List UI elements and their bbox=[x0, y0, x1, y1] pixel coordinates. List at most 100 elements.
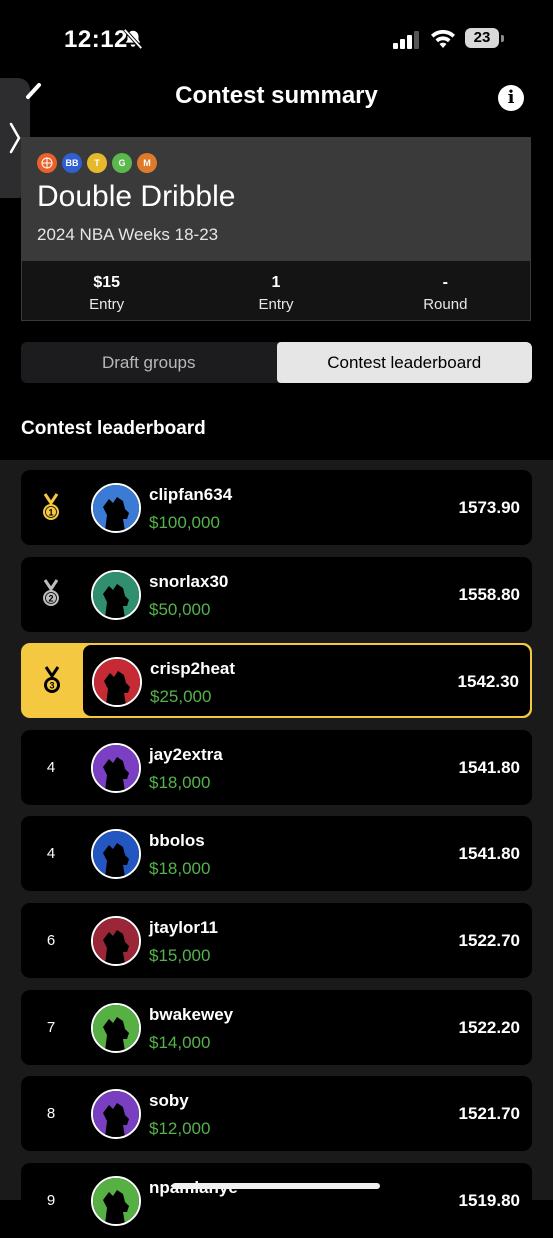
medal-icon: 2 bbox=[43, 579, 59, 607]
section-title: Contest leaderboard bbox=[21, 418, 206, 439]
dog-avatar-icon bbox=[93, 1091, 139, 1138]
stat-round: - Round bbox=[361, 261, 530, 321]
rank-cell: 8 bbox=[21, 1076, 81, 1151]
rank-cell: 6 bbox=[21, 903, 81, 978]
avatar bbox=[91, 483, 141, 533]
stat-entry-fee: $15 Entry bbox=[22, 261, 191, 321]
dog-avatar-icon bbox=[93, 571, 139, 618]
username: bwakewey bbox=[149, 1004, 234, 1024]
rank-cell: 3 bbox=[22, 644, 82, 717]
medal-rank: 3 bbox=[49, 680, 54, 690]
status-time: 12:12 bbox=[64, 26, 128, 53]
contest-name: Double Dribble bbox=[37, 180, 236, 213]
stat-label: Entry bbox=[258, 296, 294, 313]
stat-label: Entry bbox=[89, 296, 125, 313]
rank-number: 9 bbox=[46, 1191, 56, 1209]
avatar bbox=[91, 829, 141, 880]
leaderboard-row[interactable]: 4 jay2extra $18,000 1541.80 bbox=[21, 729, 532, 805]
prize-amount: $14,000 bbox=[149, 1032, 211, 1052]
rank-cell: 4 bbox=[21, 816, 81, 891]
rank-number: 4 bbox=[46, 758, 56, 776]
dog-avatar-icon bbox=[93, 744, 139, 791]
username: snorlax30 bbox=[149, 571, 229, 591]
rank-number: 4 bbox=[46, 845, 56, 863]
dog-avatar-icon bbox=[93, 1177, 139, 1224]
avatar bbox=[91, 1002, 141, 1053]
avatar bbox=[91, 1175, 141, 1226]
prize-amount: $12,000 bbox=[149, 1119, 211, 1139]
prize-amount: $100,000 bbox=[149, 513, 220, 532]
leaderboard-row[interactable]: 6 jtaylor11 $15,000 1522.70 bbox=[21, 903, 532, 978]
score: 1522.20 bbox=[458, 1017, 520, 1037]
stat-entries: 1 Entry bbox=[191, 261, 360, 321]
username: jtaylor11 bbox=[149, 918, 218, 937]
score: 1573.90 bbox=[458, 498, 520, 517]
prize-amount: $15,000 bbox=[149, 946, 211, 965]
tab-contest-leaderboard[interactable]: Contest leaderboard bbox=[276, 342, 532, 383]
leaderboard-row[interactable]: 9npamlanye1519.80 bbox=[21, 1162, 532, 1238]
score: 1522.70 bbox=[458, 931, 520, 950]
stat-value: $15 bbox=[93, 274, 121, 291]
dog-avatar-icon bbox=[94, 659, 140, 706]
wifi-icon bbox=[431, 29, 455, 48]
rank-cell: 7 bbox=[21, 990, 81, 1065]
leaderboard-row[interactable]: 3 crisp2heat $25,000 1542.30 bbox=[21, 643, 532, 719]
leaderboard-row[interactable]: 2 snorlax30 $50,000 1558.80 bbox=[21, 556, 532, 632]
prize-amount: $18,000 bbox=[149, 859, 211, 879]
dog-avatar-icon bbox=[93, 485, 139, 531]
stat-value: 1 bbox=[271, 274, 281, 291]
dog-avatar-icon bbox=[93, 918, 139, 964]
stat-value: - bbox=[442, 274, 448, 291]
avatar bbox=[91, 569, 141, 620]
username: crisp2heat bbox=[150, 659, 236, 679]
leaderboard-row[interactable]: 8 soby $12,000 1521.70 bbox=[21, 1076, 532, 1152]
rank-number: 6 bbox=[46, 932, 56, 949]
contest-subtitle: 2024 NBA Weeks 18-23 bbox=[37, 225, 219, 244]
rank-cell: 2 bbox=[21, 557, 81, 632]
leaderboard-row[interactable]: 4 bbolos $18,000 1541.80 bbox=[21, 816, 532, 892]
medal-icon: 1 bbox=[43, 492, 59, 520]
avatar bbox=[91, 742, 141, 793]
chevron-right-icon bbox=[9, 122, 21, 154]
stat-label: Round bbox=[423, 296, 468, 313]
score: 1542.30 bbox=[457, 672, 519, 692]
page-title: Contest summary bbox=[175, 82, 378, 109]
info-icon[interactable]: i bbox=[498, 85, 524, 111]
score: 1521.70 bbox=[458, 1104, 520, 1124]
score: 1519.80 bbox=[458, 1190, 520, 1210]
username: jay2extra bbox=[149, 744, 223, 764]
medal-icon: 3 bbox=[44, 665, 60, 693]
medal-rank: 1 bbox=[48, 507, 53, 517]
avatar bbox=[91, 916, 141, 966]
username: soby bbox=[149, 1091, 189, 1111]
tab-draft-groups[interactable]: Draft groups bbox=[21, 342, 277, 383]
rank-number: 8 bbox=[46, 1105, 56, 1123]
dog-avatar-icon bbox=[93, 1004, 139, 1051]
bell-muted-icon bbox=[123, 28, 143, 50]
rank-cell: 4 bbox=[21, 730, 81, 805]
prize-amount: $18,000 bbox=[149, 772, 211, 792]
avatar bbox=[92, 657, 142, 708]
rank-cell: 9 bbox=[21, 1163, 81, 1238]
cellular-signal-icon bbox=[393, 31, 419, 49]
prize-amount: $25,000 bbox=[150, 687, 212, 707]
battery-indicator: 23 bbox=[465, 28, 505, 48]
battery-level: 23 bbox=[465, 28, 499, 48]
avatar bbox=[91, 1089, 141, 1140]
sport-chip: M bbox=[137, 153, 157, 173]
sport-chip: G bbox=[112, 153, 132, 173]
sport-chip: BB bbox=[62, 153, 82, 173]
leaderboard-row[interactable]: 7 bwakewey $14,000 1522.20 bbox=[21, 989, 532, 1065]
score: 1558.80 bbox=[458, 584, 520, 604]
rank-cell: 1 bbox=[21, 470, 81, 545]
dog-avatar-icon bbox=[93, 831, 139, 878]
leaderboard-row[interactable]: 1 clipfan634 $100,000 1573.90 bbox=[21, 470, 532, 545]
home-indicator[interactable] bbox=[172, 1183, 380, 1189]
tab-switcher: Draft groups Contest leaderboard bbox=[21, 342, 532, 383]
prize-amount: $50,000 bbox=[149, 599, 211, 619]
basketball-icon bbox=[37, 153, 57, 173]
sport-chips: BB T G M bbox=[37, 153, 157, 173]
score: 1541.80 bbox=[458, 757, 520, 777]
sport-chip: T bbox=[87, 153, 107, 173]
score: 1541.80 bbox=[458, 844, 520, 864]
